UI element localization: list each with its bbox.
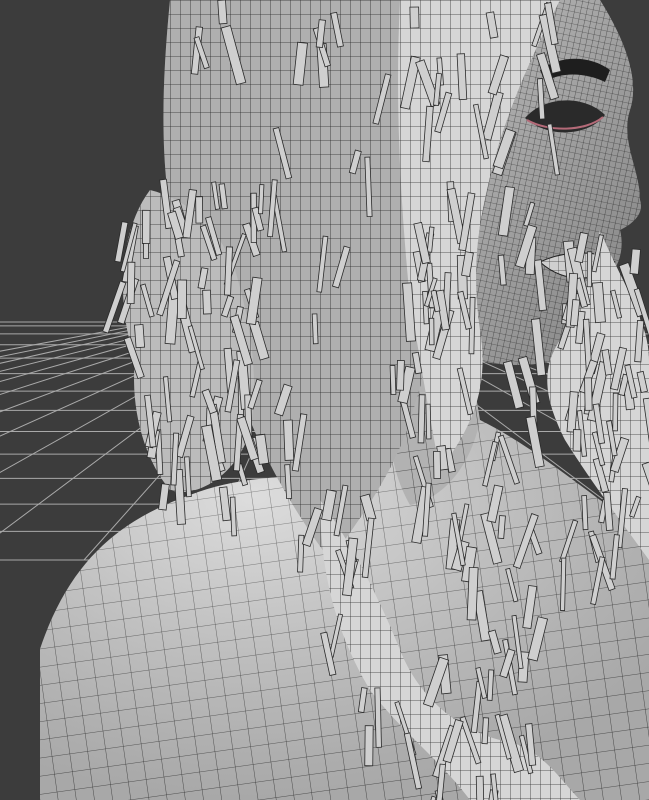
hair-card [584, 377, 593, 411]
hair-card [297, 534, 305, 573]
hair-card [126, 261, 136, 305]
hair-card [176, 279, 188, 319]
hair-card [134, 324, 146, 349]
hair-card [374, 687, 382, 748]
hair-card [481, 717, 490, 745]
hair-card [486, 669, 495, 701]
hair-card [396, 359, 405, 391]
hair-card [475, 775, 485, 800]
hair-card [428, 317, 435, 346]
hair-card [141, 209, 151, 244]
hair-card [217, 0, 228, 25]
hair-card [433, 450, 442, 479]
hair-card [560, 557, 567, 611]
hair-card [364, 725, 374, 767]
hair-card [466, 566, 479, 621]
hair-card [311, 313, 319, 345]
hair-card [283, 419, 295, 461]
hair-card [258, 184, 265, 215]
hair-card [586, 251, 593, 288]
hair-card [581, 495, 589, 531]
hair-card [425, 403, 432, 440]
hair-card [195, 196, 204, 224]
3d-viewport[interactable] [0, 0, 649, 800]
hair-card [417, 394, 426, 444]
hair-card [202, 289, 212, 315]
viewport-canvas[interactable] [0, 0, 649, 800]
hair-card [497, 515, 506, 539]
hair-card [409, 6, 420, 29]
hair-card [389, 365, 397, 395]
hair-card [629, 248, 641, 275]
hair-card [612, 392, 619, 432]
hair-card [572, 429, 582, 452]
